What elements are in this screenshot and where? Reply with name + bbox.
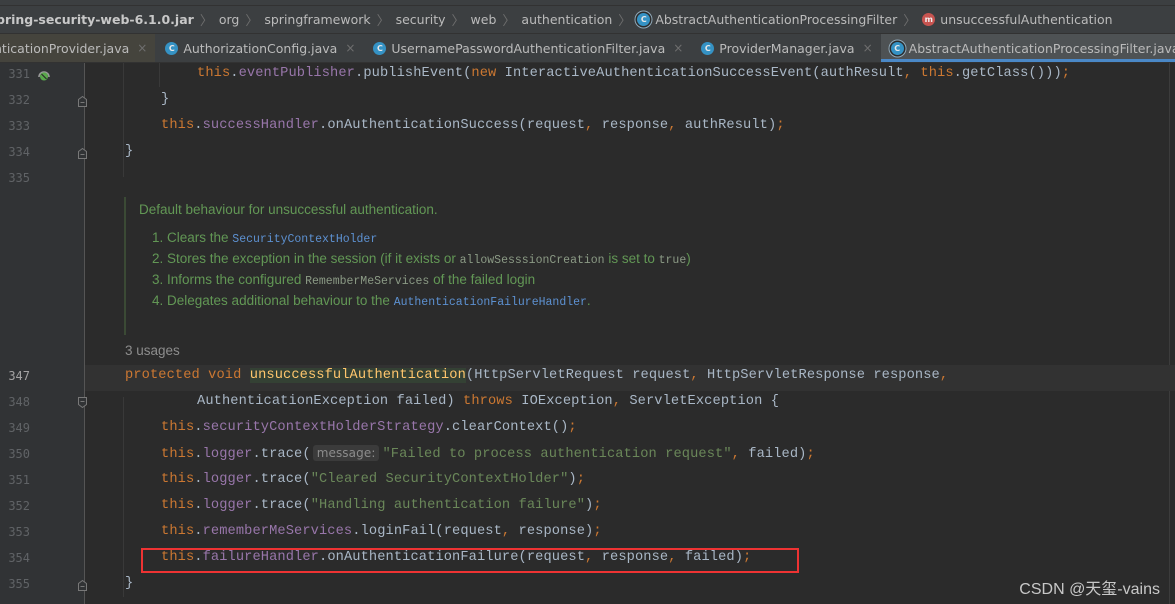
breadcrumb-item-springframework[interactable]: springframework xyxy=(264,12,370,27)
code-text: } xyxy=(125,576,134,591)
javadoc-title: Default behaviour for unsuccessful authe… xyxy=(139,202,438,217)
line-number: 334 xyxy=(8,145,30,159)
code-text: this.logger.trace(message: "Failed to pro… xyxy=(161,445,815,462)
tab-label: AbstractAuthenticationProcessingFilter.j… xyxy=(908,40,1175,56)
line-number: 332 xyxy=(8,93,30,107)
fold-end-icon[interactable] xyxy=(78,148,87,159)
line-number: 353 xyxy=(8,525,30,539)
tab-label: nticationProvider.java xyxy=(0,40,130,56)
line-number: 349 xyxy=(8,421,30,435)
code-line: 352 this.logger.trace("Handling authenti… xyxy=(0,495,1175,521)
line-number: 355 xyxy=(8,577,30,591)
close-icon[interactable]: × xyxy=(137,41,147,55)
code-line: 349 this.securityContextHolderStrategy.c… xyxy=(0,417,1175,443)
tab-label: ProviderManager.java xyxy=(719,40,855,56)
code-text: protected void unsuccessfulAuthenticatio… xyxy=(125,368,949,383)
line-number: 350 xyxy=(8,447,30,461)
rendered-javadoc[interactable]: Default behaviour for unsuccessful authe… xyxy=(124,197,726,335)
code-line: 355 } xyxy=(0,573,1175,599)
javadoc-list-item: 1. Clears the SecurityContextHolder xyxy=(152,230,378,246)
breadcrumb-item-org[interactable]: org xyxy=(219,12,240,27)
class-icon: C xyxy=(373,41,387,55)
breadcrumb-item-security[interactable]: security xyxy=(396,12,446,27)
line-number: 335 xyxy=(8,171,30,185)
close-icon[interactable]: × xyxy=(673,41,683,55)
close-icon[interactable]: × xyxy=(863,41,873,55)
breadcrumb-item-authentication[interactable]: authentication xyxy=(521,12,612,27)
tab-label: UsernamePasswordAuthenticationFilter.jav… xyxy=(391,40,666,56)
tab-label: AuthorizationConfig.java xyxy=(183,40,338,56)
gutter-segment: 347 xyxy=(0,365,85,391)
line-number: 354 xyxy=(8,551,30,565)
code-line: 351 this.logger.trace("Cleared SecurityC… xyxy=(0,469,1175,495)
code-text: } xyxy=(125,144,134,159)
code-text: this.securityContextHolderStrategy.clear… xyxy=(161,420,577,435)
line-number: 352 xyxy=(8,499,30,513)
abstract-class-icon: C xyxy=(890,41,904,55)
implementing-method-icon[interactable] xyxy=(37,67,51,81)
breadcrumb-separator: 〉 xyxy=(502,14,516,29)
tab-authentication-provider[interactable]: nticationProvider.java × xyxy=(0,34,156,62)
highlight-annotation-box xyxy=(141,548,799,573)
tab-authorization-config[interactable]: C AuthorizationConfig.java × xyxy=(155,34,363,62)
line-number: 351 xyxy=(8,473,30,487)
usages-hint[interactable]: 3 usages xyxy=(125,343,180,358)
code-line: 335 xyxy=(0,167,1175,193)
code-line: 348 AuthenticationException failed) thro… xyxy=(0,391,1175,417)
code-text: } xyxy=(161,92,170,107)
code-editor[interactable]: 331 this.eventPublisher.publishEvent(new… xyxy=(0,63,1175,604)
breadcrumb-separator: 〉 xyxy=(376,14,390,29)
code-line: 334 } xyxy=(0,141,1175,167)
breadcrumb-item-method[interactable]: m unsuccessfulAuthentication xyxy=(922,12,1113,27)
breadcrumb-separator: 〉 xyxy=(618,14,632,29)
breadcrumb-separator: 〉 xyxy=(245,14,259,29)
breadcrumb-item-jar[interactable]: pring-security-web-6.1.0.jar xyxy=(0,12,194,27)
breadcrumb-item-method-label: unsuccessfulAuthentication xyxy=(940,12,1113,27)
code-line: 353 this.rememberMeServices.loginFail(re… xyxy=(0,521,1175,547)
code-text: this.rememberMeServices.loginFail(reques… xyxy=(161,524,602,539)
tab-abstract-authentication-processing-filter[interactable]: C AbstractAuthenticationProcessingFilter… xyxy=(880,34,1175,62)
tab-provider-manager[interactable]: C ProviderManager.java × xyxy=(691,34,880,62)
breadcrumb-item-web[interactable]: web xyxy=(471,12,497,27)
line-number-current: 347 xyxy=(8,369,30,383)
javadoc-link[interactable]: SecurityContextHolder xyxy=(232,233,377,246)
tab-username-password-authentication-filter[interactable]: C UsernamePasswordAuthenticationFilter.j… xyxy=(363,34,691,62)
javadoc-list-item: 2. Stores the exception in the session (… xyxy=(152,251,691,267)
breadcrumb: pring-security-web-6.1.0.jar 〉 org 〉 spr… xyxy=(0,6,1175,34)
line-number: 333 xyxy=(8,119,30,133)
javadoc-list: 1. Clears the SecurityContextHolder 2. S… xyxy=(139,227,691,311)
code-line: 331 this.eventPublisher.publishEvent(new… xyxy=(0,63,1175,89)
code-line: 350 this.logger.trace(message: "Failed to… xyxy=(0,443,1175,469)
parameter-name-hint: message: xyxy=(312,445,380,461)
abstract-class-icon: C xyxy=(637,13,651,26)
watermark: CSDN @天玺-vains xyxy=(1019,581,1160,598)
fold-end-icon[interactable] xyxy=(78,580,87,591)
javadoc-list-item: 4. Delegates additional behaviour to the… xyxy=(152,293,591,309)
breadcrumb-item-class-label: AbstractAuthenticationProcessingFilter xyxy=(655,12,898,27)
breadcrumb-separator: 〉 xyxy=(199,14,213,29)
code-text: this.eventPublisher.publishEvent(new Int… xyxy=(197,66,1071,81)
code-line-current: 347 protected void unsuccessfulAuthentic… xyxy=(0,365,1175,391)
editor-tabs: nticationProvider.java × C Authorization… xyxy=(0,34,1175,63)
class-icon: C xyxy=(165,41,179,55)
breadcrumb-separator: 〉 xyxy=(451,14,465,29)
breadcrumb-separator: 〉 xyxy=(903,14,917,29)
javadoc-list-item: 3. Informs the configured RememberMeServ… xyxy=(152,272,536,288)
code-line: 333 this.successHandler.onAuthentication… xyxy=(0,115,1175,141)
class-icon: C xyxy=(701,41,715,55)
code-line: 332 } xyxy=(0,89,1175,115)
method-declaration: unsuccessfulAuthentication xyxy=(249,368,466,383)
fold-start-icon[interactable] xyxy=(78,397,87,408)
close-icon[interactable]: × xyxy=(345,41,355,55)
method-icon: m xyxy=(922,13,936,26)
line-number: 348 xyxy=(8,395,30,409)
line-number: 331 xyxy=(8,67,30,81)
javadoc-link[interactable]: AuthenticationFailureHandler xyxy=(394,296,587,309)
breadcrumb-item-class[interactable]: C AbstractAuthenticationProcessingFilter xyxy=(637,12,897,27)
code-text: this.logger.trace("Cleared SecurityConte… xyxy=(161,472,586,487)
code-text: AuthenticationException failed) throws I… xyxy=(197,394,780,409)
code-text: this.successHandler.onAuthenticationSucc… xyxy=(161,118,785,133)
code-text: this.logger.trace("Handling authenticati… xyxy=(161,498,602,513)
fold-end-icon[interactable] xyxy=(78,96,87,107)
